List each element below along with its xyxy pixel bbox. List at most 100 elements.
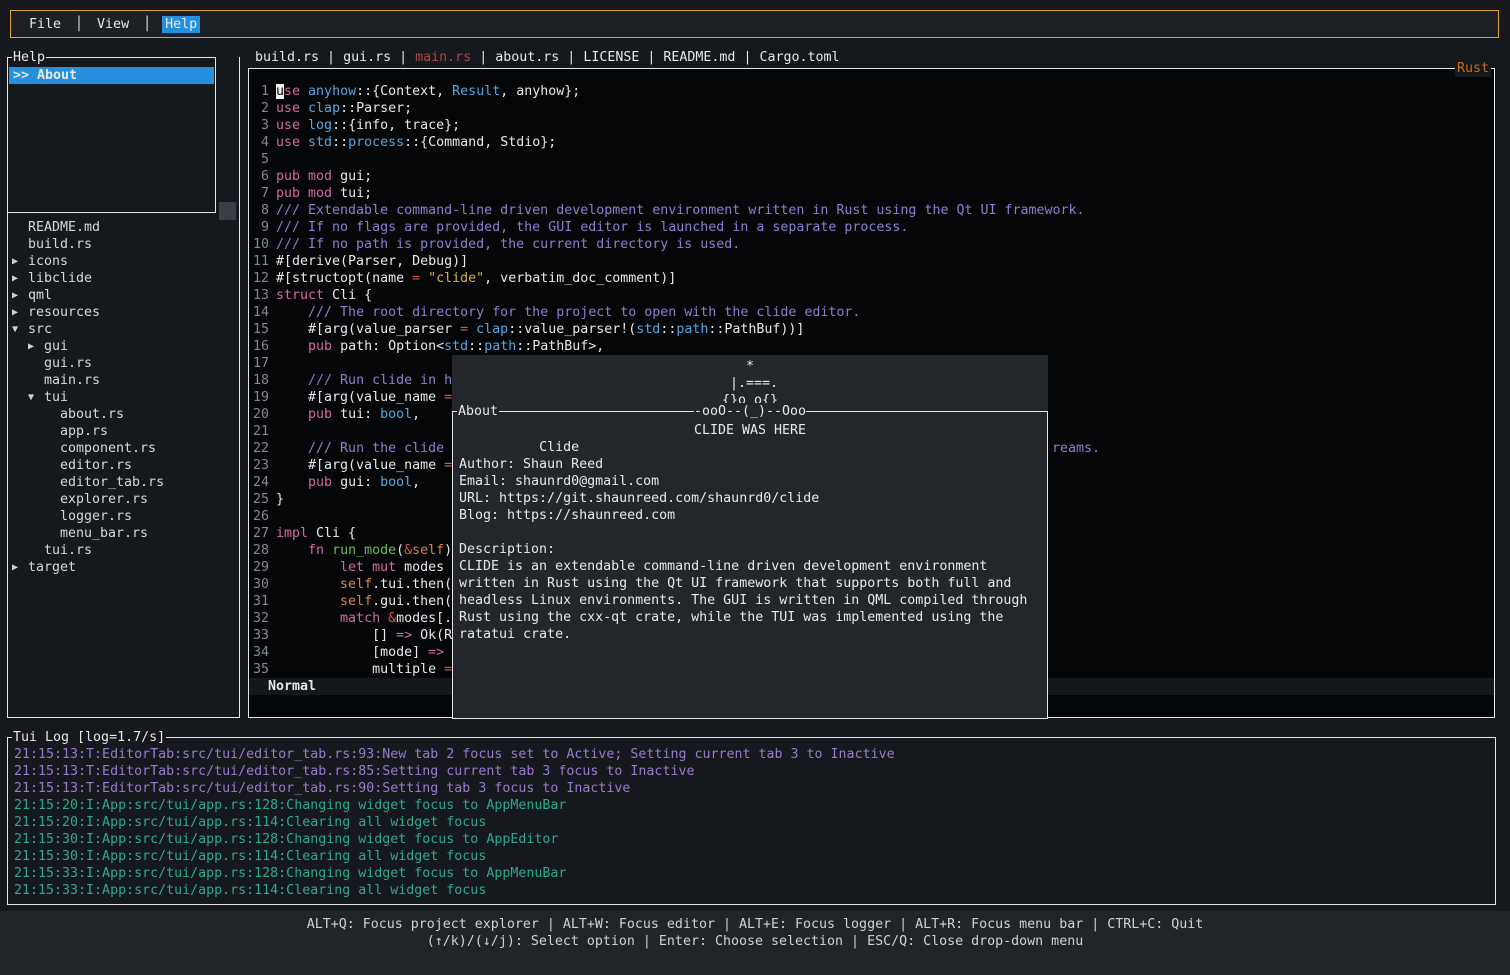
about-row: Email: shaunrd0@gmail.com (459, 473, 1041, 490)
menu-separator: │ (143, 16, 151, 33)
scrollbar-thumb[interactable] (219, 202, 236, 220)
tree-item-tui-rs[interactable]: tui.rs (8, 542, 238, 559)
log-entry: 21:15:13:T:EditorTab:src/tui/editor_tab.… (14, 746, 1491, 763)
tree-item-label: editor.rs (60, 457, 132, 474)
tree-item-label: build.rs (28, 236, 92, 253)
log-entry: 21:15:20:I:App:src/tui/app.rs:128:Changi… (14, 797, 1491, 814)
code-text: struct Cli { (276, 287, 372, 304)
tree-item-component-rs[interactable]: component.rs (8, 440, 238, 457)
log-entries: 21:15:13:T:EditorTab:src/tui/editor_tab.… (14, 746, 1491, 899)
tab-build-rs[interactable]: build.rs (255, 50, 319, 65)
tab-separator: | (639, 50, 663, 65)
menu-item-view[interactable]: View (94, 16, 132, 33)
code-text: use anyhow::{Context, Result, anyhow}; (276, 83, 580, 100)
tree-item-resources[interactable]: ▶resources (8, 304, 238, 321)
tree-item-editor-tab-rs[interactable]: editor_tab.rs (8, 474, 238, 491)
shortcut-help-line-2: (↑/k)/(↓/j): Select option | Enter: Choo… (0, 933, 1510, 950)
code-text: multiple = (276, 661, 452, 678)
tree-item-editor-rs[interactable]: editor.rs (8, 457, 238, 474)
tree-item-label: libclide (28, 270, 92, 287)
code-text: #[structopt(name = "clide", verbatim_doc… (276, 270, 676, 287)
line-number: 26 (249, 508, 269, 525)
help-menu-item-about[interactable]: >> About (9, 67, 214, 84)
code-line: 15 #[arg(value_parser = clap::value_pars… (249, 321, 1493, 338)
status-mode: Normal (268, 678, 316, 695)
line-number: 7 (249, 185, 269, 202)
line-number: 2 (249, 100, 269, 117)
tree-item-label: src (28, 321, 52, 338)
tree-item-gui[interactable]: ▶gui (8, 338, 238, 355)
tree-item-gui-rs[interactable]: gui.rs (8, 355, 238, 372)
editor-tab-bar: build.rs | gui.rs | main.rs | about.rs |… (255, 49, 840, 66)
chevron-down-icon: ▼ (12, 321, 28, 338)
code-line: 7pub mod tui; (249, 185, 1493, 202)
chevron-right-icon: ▶ (12, 270, 28, 287)
code-text: /// The root directory for the project t… (276, 304, 860, 321)
tree-item-label: target (28, 559, 76, 576)
tree-item-icons[interactable]: ▶icons (8, 253, 238, 270)
tab-license[interactable]: LICENSE (583, 50, 639, 65)
tree-item-tui[interactable]: ▼tui (8, 389, 238, 406)
tree-item-about-rs[interactable]: about.rs (8, 406, 238, 423)
tree-item-label: icons (28, 253, 68, 270)
tab-separator: | (391, 50, 415, 65)
tree-item-main-rs[interactable]: main.rs (8, 372, 238, 389)
tree-item-label: component.rs (60, 440, 156, 457)
tree-item-label: editor_tab.rs (60, 474, 164, 491)
code-text: #[arg(value_name = (276, 457, 452, 474)
about-row: URL: https://git.shaunreed.com/shaunrd0/… (459, 490, 1041, 507)
tab-readme-md[interactable]: README.md (663, 50, 735, 65)
code-line: 5 (249, 151, 1493, 168)
line-number: 15 (249, 321, 269, 338)
tree-item-qml[interactable]: ▶qml (8, 287, 238, 304)
code-text: /// If no path is provided, the current … (276, 236, 740, 253)
about-dialog-title: About (457, 403, 499, 420)
tab-separator: | (471, 50, 495, 65)
line-number: 24 (249, 474, 269, 491)
line-number: 35 (249, 661, 269, 678)
menu-item-file[interactable]: File (26, 16, 64, 33)
line-number: 1 (249, 83, 269, 100)
code-line: 6pub mod gui; (249, 168, 1493, 185)
language-badge: Rust (1455, 60, 1491, 77)
about-row: Blog: https://shaunreed.com (459, 507, 1041, 524)
tree-item-label: app.rs (60, 423, 108, 440)
code-line: 12#[structopt(name = "clide", verbatim_d… (249, 270, 1493, 287)
code-line: 3use log::{info, trace}; (249, 117, 1493, 134)
tree-item-label: tui (44, 389, 68, 406)
code-line: 2use clap::Parser; (249, 100, 1493, 117)
menu-item-help[interactable]: Help (162, 16, 200, 33)
chevron-down-icon: ▼ (28, 389, 44, 406)
tree-item-target[interactable]: ▶target (8, 559, 238, 576)
tree-item-menu-bar-rs[interactable]: menu_bar.rs (8, 525, 238, 542)
tab-separator: | (559, 50, 583, 65)
code-line: 13 struct Cli { (249, 287, 1493, 304)
line-number: 20 (249, 406, 269, 423)
line-number: 5 (249, 151, 269, 168)
code-text: self.gui.then( (276, 593, 452, 610)
about-row: headless Linux environments. The GUI is … (459, 592, 1041, 609)
about-row: ratatui crate. (459, 626, 1041, 643)
line-number: 27 (249, 525, 269, 542)
tree-item-explorer-rs[interactable]: explorer.rs (8, 491, 238, 508)
tab-about-rs[interactable]: about.rs (495, 50, 559, 65)
tree-item-label: menu_bar.rs (60, 525, 148, 542)
line-number: 13 (249, 287, 269, 304)
line-number: 33 (249, 627, 269, 644)
tree-item-app-rs[interactable]: app.rs (8, 423, 238, 440)
tree-item-label: resources (28, 304, 100, 321)
code-text: #[arg(value_parser = clap::value_parser!… (276, 321, 804, 338)
file-tree: README.mdbuild.rs▶icons▶libclide▶qml▶res… (8, 219, 238, 576)
code-line: 16 pub path: Option<std::path::PathBuf>, (249, 338, 1493, 355)
tab-cargo-toml[interactable]: Cargo.toml (759, 50, 839, 65)
code-text: #[arg(value_name = (276, 389, 452, 406)
tab-gui-rs[interactable]: gui.rs (343, 50, 391, 65)
tree-item-src[interactable]: ▼src (8, 321, 238, 338)
tree-item-build-rs[interactable]: build.rs (8, 236, 238, 253)
tree-item-readme-md[interactable]: README.md (8, 219, 238, 236)
tree-item-libclide[interactable]: ▶libclide (8, 270, 238, 287)
code-overflow-fragment: reams. (1052, 440, 1100, 457)
tab-main-rs[interactable]: main.rs (415, 50, 471, 65)
tree-item-logger-rs[interactable]: logger.rs (8, 508, 238, 525)
line-number: 9 (249, 219, 269, 236)
